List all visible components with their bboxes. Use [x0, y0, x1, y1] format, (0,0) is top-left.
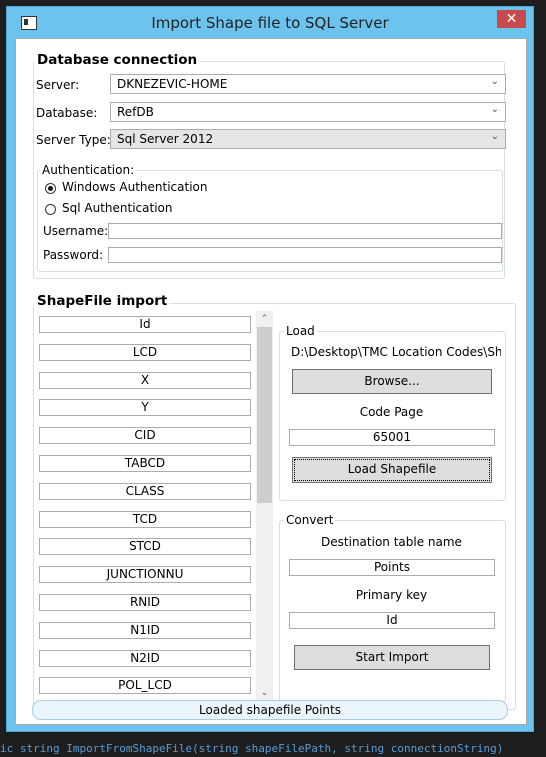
scroll-down-icon[interactable]: ⌄	[256, 685, 273, 701]
window-title: Import Shape file to SQL Server	[151, 14, 389, 32]
field-list-item[interactable]: Y	[39, 399, 251, 417]
field-list-item[interactable]: TCD	[39, 510, 251, 528]
field-list-item[interactable]: N1ID	[39, 621, 251, 639]
load-title: Load	[284, 324, 317, 338]
scroll-up-icon[interactable]: ⌃	[256, 311, 273, 327]
title-bar[interactable]: Import Shape file to SQL Server ✕	[7, 7, 533, 38]
database-combo[interactable]: RefDB ⌄	[110, 102, 506, 122]
username-label: Username:	[43, 224, 109, 238]
server-label: Server:	[36, 78, 80, 92]
scrollbar-thumb[interactable]	[257, 327, 272, 503]
convert-title: Convert	[284, 513, 336, 527]
primary-key-label: Primary key	[355, 588, 428, 602]
password-field[interactable]	[108, 247, 502, 263]
server-value: DKNEZEVIC-HOME	[117, 77, 228, 91]
shapefile-import-title: ShapeFile import	[35, 293, 170, 309]
field-list-item[interactable]: JUNCTIONNU	[39, 566, 251, 584]
destination-table-field[interactable]: Points	[289, 559, 495, 576]
sql-auth-radio[interactable]	[45, 204, 56, 215]
database-connection-title: Database connection	[35, 52, 200, 68]
server-type-combo[interactable]: Sql Server 2012 ⌄	[110, 129, 506, 149]
sql-auth-label[interactable]: Sql Authentication	[62, 201, 172, 215]
authentication-title: Authentication:	[40, 163, 137, 177]
background-code-line: ic string ImportFromShapeFile(string sha…	[0, 742, 504, 755]
username-field[interactable]	[108, 223, 502, 239]
field-list-item[interactable]: CID	[39, 427, 251, 445]
database-label: Database:	[36, 106, 98, 120]
field-list-item[interactable]: TABCD	[39, 455, 251, 472]
field-list-item[interactable]: CLASS	[39, 482, 251, 500]
password-label: Password:	[43, 248, 104, 262]
load-shapefile-button[interactable]: Load Shapefile	[292, 457, 492, 483]
windows-auth-label[interactable]: Windows Authentication	[62, 180, 207, 194]
window-client-area: Database connection Server: DKNEZEVIC-HO…	[15, 38, 527, 725]
database-value: RefDB	[117, 105, 154, 119]
field-list-item[interactable]: Id	[39, 316, 251, 333]
server-type-label: Server Type:	[36, 133, 111, 147]
browse-button[interactable]: Browse...	[292, 369, 492, 394]
field-list[interactable]: Id LCD X Y CID TABCD CLASS TCD STCD JUNCTIONNU RNI…	[39, 316, 251, 701]
field-list-item[interactable]: RNID	[39, 594, 251, 611]
field-list-item[interactable]: STCD	[39, 538, 251, 556]
code-page-label: Code Page	[359, 405, 424, 419]
primary-key-field[interactable]: Id	[289, 612, 495, 629]
destination-table-label: Destination table name	[321, 535, 462, 549]
server-type-value: Sql Server 2012	[117, 132, 214, 146]
windows-auth-radio[interactable]	[45, 183, 56, 194]
code-page-field[interactable]: 65001	[289, 429, 495, 446]
import-window: Import Shape file to SQL Server ✕ Databa…	[6, 6, 534, 732]
chevron-down-icon: ⌄	[490, 104, 499, 115]
field-list-item[interactable]: X	[39, 371, 251, 389]
close-button[interactable]: ✕	[497, 10, 526, 28]
server-combo[interactable]: DKNEZEVIC-HOME ⌄	[110, 74, 506, 94]
field-list-item[interactable]: POL_LCD	[39, 677, 251, 695]
chevron-down-icon: ⌄	[490, 131, 499, 142]
field-list-scrollbar[interactable]: ⌃ ⌄	[256, 311, 273, 702]
status-bar: Loaded shapefile Points	[32, 700, 508, 720]
field-list-item[interactable]: LCD	[39, 343, 251, 361]
start-import-button[interactable]: Start Import	[294, 645, 490, 670]
shapefile-path: D:\Desktop\TMC Location Codes\Shap	[291, 345, 501, 359]
field-list-item[interactable]: N2ID	[39, 649, 251, 667]
chevron-down-icon: ⌄	[490, 76, 499, 87]
